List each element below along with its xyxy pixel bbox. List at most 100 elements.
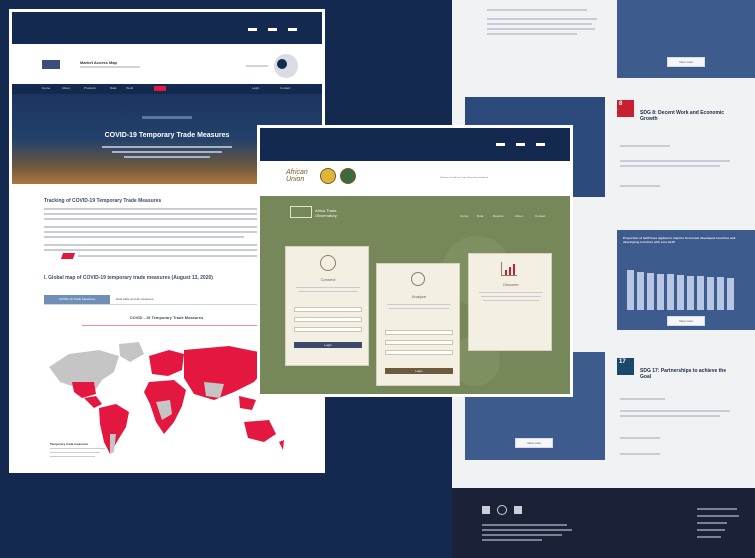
nav-item[interactable]: About: [515, 214, 523, 218]
pdf-link-icon[interactable]: [60, 253, 76, 259]
view-more-button[interactable]: View more: [515, 438, 553, 448]
tab-divider: [44, 304, 289, 305]
window-dash-icon: [516, 143, 525, 146]
analyze-button[interactable]: Login: [385, 368, 453, 374]
chart-icon-bar: [513, 264, 515, 275]
text-line: [482, 539, 542, 541]
filter-field[interactable]: [385, 350, 453, 355]
sdg-chart-card: View more: [617, 0, 755, 78]
nav-item[interactable]: Contact: [535, 214, 545, 218]
search-field[interactable]: [385, 330, 453, 335]
tariff-chart-card: Proportion of tariff lines applied to im…: [617, 230, 755, 330]
text-line: [44, 236, 244, 238]
sdg17-title: SDG 17: Partnerships to achieve the Goal: [640, 368, 727, 380]
site-header: African Union Welcome to the African Tra…: [260, 161, 570, 196]
text-line: [44, 218, 274, 220]
sdg17-number: 17: [619, 359, 626, 365]
window-dash-icon: [248, 28, 257, 31]
nav-item[interactable]: Contact: [280, 86, 290, 90]
text-line: [620, 453, 660, 455]
au-brand: African Union: [286, 169, 308, 183]
text-line: [44, 226, 289, 228]
site-name: Market Access Map: [80, 60, 117, 65]
email-field[interactable]: [294, 327, 362, 332]
footer-link[interactable]: [697, 515, 739, 517]
au-brand-line2: Union: [286, 176, 305, 183]
central-america: [84, 396, 102, 408]
search-icon[interactable]: [274, 54, 298, 78]
text-line: [487, 9, 587, 11]
text-line: [44, 249, 284, 251]
partner-logo-icon: [482, 506, 490, 514]
hero-subtitle-line: [112, 151, 222, 153]
nav-item[interactable]: Data: [477, 214, 483, 218]
nav-item[interactable]: Tools: [126, 86, 133, 90]
un-logo-icon: [497, 505, 507, 515]
filter-field[interactable]: [385, 340, 453, 345]
chart-bar: [687, 276, 694, 310]
greenland: [119, 342, 144, 362]
nav-item[interactable]: Reports: [493, 214, 504, 218]
sdg8-badge: 8: [617, 100, 634, 117]
legend-item: [50, 456, 95, 457]
magnifier-icon: [411, 272, 425, 286]
view-more-button[interactable]: View more: [667, 57, 705, 67]
window-titlebar: [260, 128, 570, 161]
nav-item[interactable]: Products: [84, 86, 96, 90]
login-button[interactable]: Login: [294, 342, 362, 348]
window-titlebar: [12, 12, 322, 44]
hero-subtitle-line: [124, 156, 210, 158]
legend-item: [50, 452, 100, 453]
text-line: [482, 534, 562, 536]
connect-card: Connect Login: [285, 246, 369, 366]
chart-icon-bar: [509, 267, 511, 275]
nav-item[interactable]: About: [62, 86, 70, 90]
australia: [244, 420, 276, 442]
text-line: [44, 244, 289, 246]
header-text: Welcome to the African Trade Observatory…: [440, 177, 488, 179]
text-line: [479, 292, 543, 293]
hero-subtitle-line: [102, 146, 232, 148]
text-line: [298, 291, 358, 292]
nav-item[interactable]: Data: [110, 86, 116, 90]
site-header: Market Access Map: [12, 44, 322, 84]
footer-link[interactable]: [697, 536, 721, 538]
card-title: Connect: [320, 277, 336, 282]
footer-link[interactable]: [697, 529, 725, 531]
connect-icon: [320, 255, 336, 271]
language-selector[interactable]: [246, 65, 268, 67]
username-field[interactable]: [294, 307, 362, 312]
nav-item[interactable]: Login: [252, 86, 259, 90]
analyze-card: Analyze Login: [376, 263, 460, 386]
password-field[interactable]: [294, 317, 362, 322]
window-dash-icon: [288, 28, 297, 31]
chart-bar: [707, 277, 714, 310]
sdg8-number: 8: [619, 101, 623, 107]
view-more-button[interactable]: View more: [667, 316, 705, 326]
chart-bar: [727, 278, 734, 310]
card-title: Analyze: [411, 294, 427, 299]
footer-link[interactable]: [697, 522, 727, 524]
card-title: Discover: [503, 282, 519, 287]
au-window: African Union Welcome to the African Tra…: [257, 125, 573, 397]
window-dash-icon: [536, 143, 545, 146]
chart-bar: [647, 273, 654, 310]
usa-region: [72, 382, 96, 398]
itc-logo-icon: [42, 60, 60, 69]
text-line: [482, 524, 567, 526]
tab-covid-measures[interactable]: COVID-19 Trade Measures: [44, 295, 110, 304]
text-line: [44, 208, 289, 210]
footer-link[interactable]: [697, 508, 737, 510]
chart-bar: [697, 276, 704, 310]
chart-bar: [717, 277, 724, 310]
nav-item[interactable]: Home: [42, 86, 50, 90]
southeast-asia: [239, 396, 256, 410]
nav-item[interactable]: Home: [460, 214, 468, 218]
tab-data-table[interactable]: Data table and all measures: [116, 295, 186, 304]
text-line: [620, 410, 730, 412]
dashboard-logo-icon: [290, 206, 312, 218]
chart-bar: [627, 270, 634, 310]
hero-kicker: [142, 116, 192, 119]
nav-highlight[interactable]: [154, 86, 166, 91]
text-line: [487, 18, 597, 20]
